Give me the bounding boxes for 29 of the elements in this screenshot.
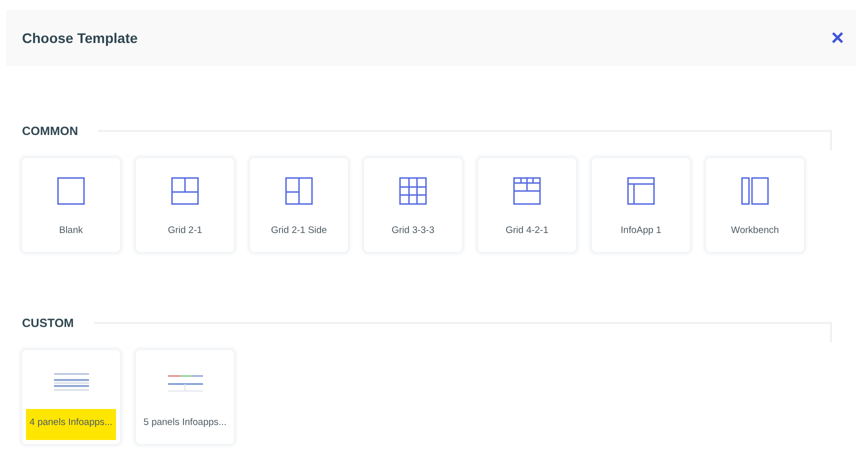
- template-card[interactable]: Grid 3-3-3: [364, 158, 462, 252]
- grid-icon: [285, 177, 313, 205]
- close-button[interactable]: ×: [827, 27, 848, 49]
- template-card[interactable]: Grid 4-2-1: [478, 158, 576, 252]
- template-label: Grid 4-2-1: [506, 225, 548, 236]
- template-label: Grid 3-3-3: [392, 225, 434, 236]
- grid-icon: [513, 177, 541, 205]
- square-icon: [57, 177, 85, 205]
- dialog-title: Choose Template: [22, 30, 138, 46]
- section-title: COMMON: [22, 124, 78, 138]
- template-card[interactable]: 4 panels Infoapps...: [22, 350, 120, 444]
- template-label: 4 panels Infoapps...: [26, 409, 116, 440]
- grid-icon: [399, 177, 427, 205]
- template-card[interactable]: Grid 2-1 Side: [250, 158, 348, 252]
- template-card[interactable]: InfoApp 1: [592, 158, 690, 252]
- template-card[interactable]: Blank: [22, 158, 120, 252]
- template-label: 5 panels Infoapps...: [144, 417, 226, 428]
- grid-icon: [171, 177, 199, 205]
- template-label: Grid 2-1 Side: [271, 225, 327, 236]
- template-card[interactable]: Grid 2-1: [136, 158, 234, 252]
- template-card[interactable]: 5 panels Infoapps...: [136, 350, 234, 444]
- section-title: CUSTOM: [22, 316, 74, 330]
- columns-icon: [741, 177, 769, 205]
- template-card[interactable]: Workbench: [706, 158, 804, 252]
- template-label: Blank: [59, 225, 83, 236]
- layout-icon: [627, 177, 655, 205]
- template-label: Grid 2-1: [168, 225, 202, 236]
- template-label: InfoApp 1: [620, 225, 662, 236]
- template-label: Workbench: [731, 225, 779, 236]
